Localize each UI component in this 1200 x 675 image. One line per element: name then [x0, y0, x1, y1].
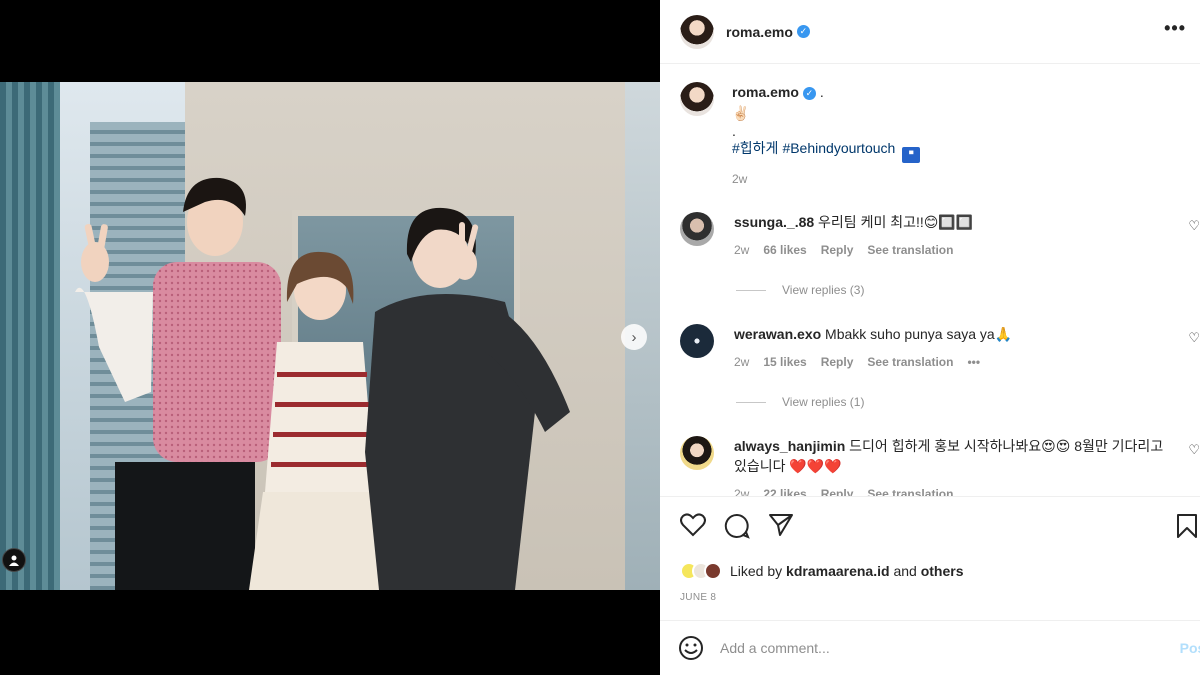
comment-username[interactable]: werawan.exo [734, 326, 821, 342]
view-replies-label: View replies (1) [782, 395, 865, 409]
caption-time: 2w [732, 172, 748, 186]
comment-text: 우리팀 케미 최고!!😊🔲🔲 [818, 214, 974, 230]
comment-composer: Add a comment... Post [660, 620, 1200, 675]
verified-icon: ✓ [796, 25, 810, 38]
comment-item: werawan.exo Mbakk suho punya saya ya🙏 2w… [680, 324, 1200, 372]
reply-button[interactable]: Reply [821, 240, 854, 260]
view-replies-label: View replies (3) [782, 283, 865, 297]
comment-item: always_hanjimin 드디어 힙하게 홍보 시작하나봐요😍😍 8월만 … [680, 436, 1200, 496]
caption: roma.emo ✓ . ✌🏻 . #힙하게 #Behindyourtouch ▀ 2… [680, 82, 921, 190]
hashtag-link[interactable]: #Behindyourtouch [782, 140, 895, 156]
see-translation-link[interactable]: See translation [867, 484, 953, 496]
comment-username[interactable]: ssunga._.88 [734, 214, 814, 230]
share-icon[interactable] [768, 513, 794, 537]
hashtag-link[interactable]: #힙하게 [732, 140, 778, 156]
avatar[interactable] [680, 14, 714, 49]
avatar[interactable] [680, 436, 714, 470]
see-translation-link[interactable]: See translation [867, 240, 953, 260]
comment-hearts: ❤️❤️❤️ [789, 458, 842, 474]
view-replies-button[interactable]: View replies (1) [736, 395, 864, 409]
caption-emoji: ✌🏻 [732, 105, 750, 121]
comment-time: 2w [734, 355, 750, 369]
post-comment-button[interactable]: Post [1180, 640, 1200, 656]
bookmark-icon[interactable] [1176, 513, 1198, 539]
comment-likes[interactable]: 22 likes [763, 484, 806, 496]
verified-icon: ✓ [802, 87, 816, 100]
reply-button[interactable]: Reply [821, 352, 854, 372]
post-photo[interactable] [0, 82, 660, 590]
post-header: roma.emo ✓ ••• [660, 0, 1200, 64]
liked-others[interactable]: others [921, 563, 964, 579]
emoji-icon[interactable] [678, 635, 704, 661]
post-media: › [0, 0, 660, 675]
avatar[interactable] [680, 212, 714, 246]
post-side-panel: roma.emo ✓ ••• roma.emo ✓ . ✌🏻 . #힙하게 #Beh… [660, 0, 1200, 675]
comment-input[interactable]: Add a comment... [720, 640, 1180, 656]
flag-icon: ▀ [902, 147, 921, 163]
building-left [0, 82, 60, 590]
comment-time: 2w [734, 487, 750, 496]
comment-time: 2w [734, 243, 750, 257]
liker-avatar[interactable] [704, 562, 722, 580]
liked-and: and [893, 563, 917, 579]
caption-dot-line: . [732, 123, 736, 139]
caption-dot: . [819, 84, 824, 100]
user-tag-icon[interactable] [2, 548, 26, 572]
comment-more-icon[interactable]: ••• [967, 352, 980, 372]
next-icon[interactable]: › [621, 324, 647, 350]
comment-thread[interactable]: roma.emo ✓ . ✌🏻 . #힙하게 #Behindyourtouch ▀ 2… [660, 64, 1200, 496]
avatar[interactable] [680, 324, 714, 358]
liked-by-user[interactable]: kdramaarena.id [786, 563, 890, 579]
heart-icon[interactable]: ♡ [1188, 330, 1200, 346]
avatar[interactable] [680, 82, 714, 116]
see-translation-link[interactable]: See translation [867, 352, 953, 372]
heart-icon[interactable]: ♡ [1188, 442, 1200, 458]
caption-username[interactable]: roma.emo [732, 84, 799, 100]
comment-item: ssunga._.88 우리팀 케미 최고!!😊🔲🔲 2w 66 likes R… [680, 212, 1200, 260]
heart-icon[interactable]: ♡ [1188, 218, 1200, 234]
comment-text: Mbakk suho punya saya ya🙏 [825, 326, 1013, 342]
comment-icon[interactable] [724, 513, 750, 539]
heart-icon[interactable] [680, 513, 706, 537]
post-username[interactable]: roma.emo [726, 24, 793, 40]
action-bar [660, 496, 1200, 560]
comment-likes[interactable]: 15 likes [763, 352, 806, 372]
likes-summary: Liked by kdramaarena.id and others [680, 562, 963, 580]
person-right [365, 207, 570, 590]
more-icon[interactable]: ••• [1164, 18, 1186, 39]
post-date: JUNE 8 [680, 592, 717, 603]
reply-button[interactable]: Reply [821, 484, 854, 496]
comment-username[interactable]: always_hanjimin [734, 438, 845, 454]
comment-likes[interactable]: 66 likes [763, 240, 806, 260]
liked-by-label: Liked by [730, 563, 783, 579]
view-replies-button[interactable]: View replies (3) [736, 283, 864, 297]
